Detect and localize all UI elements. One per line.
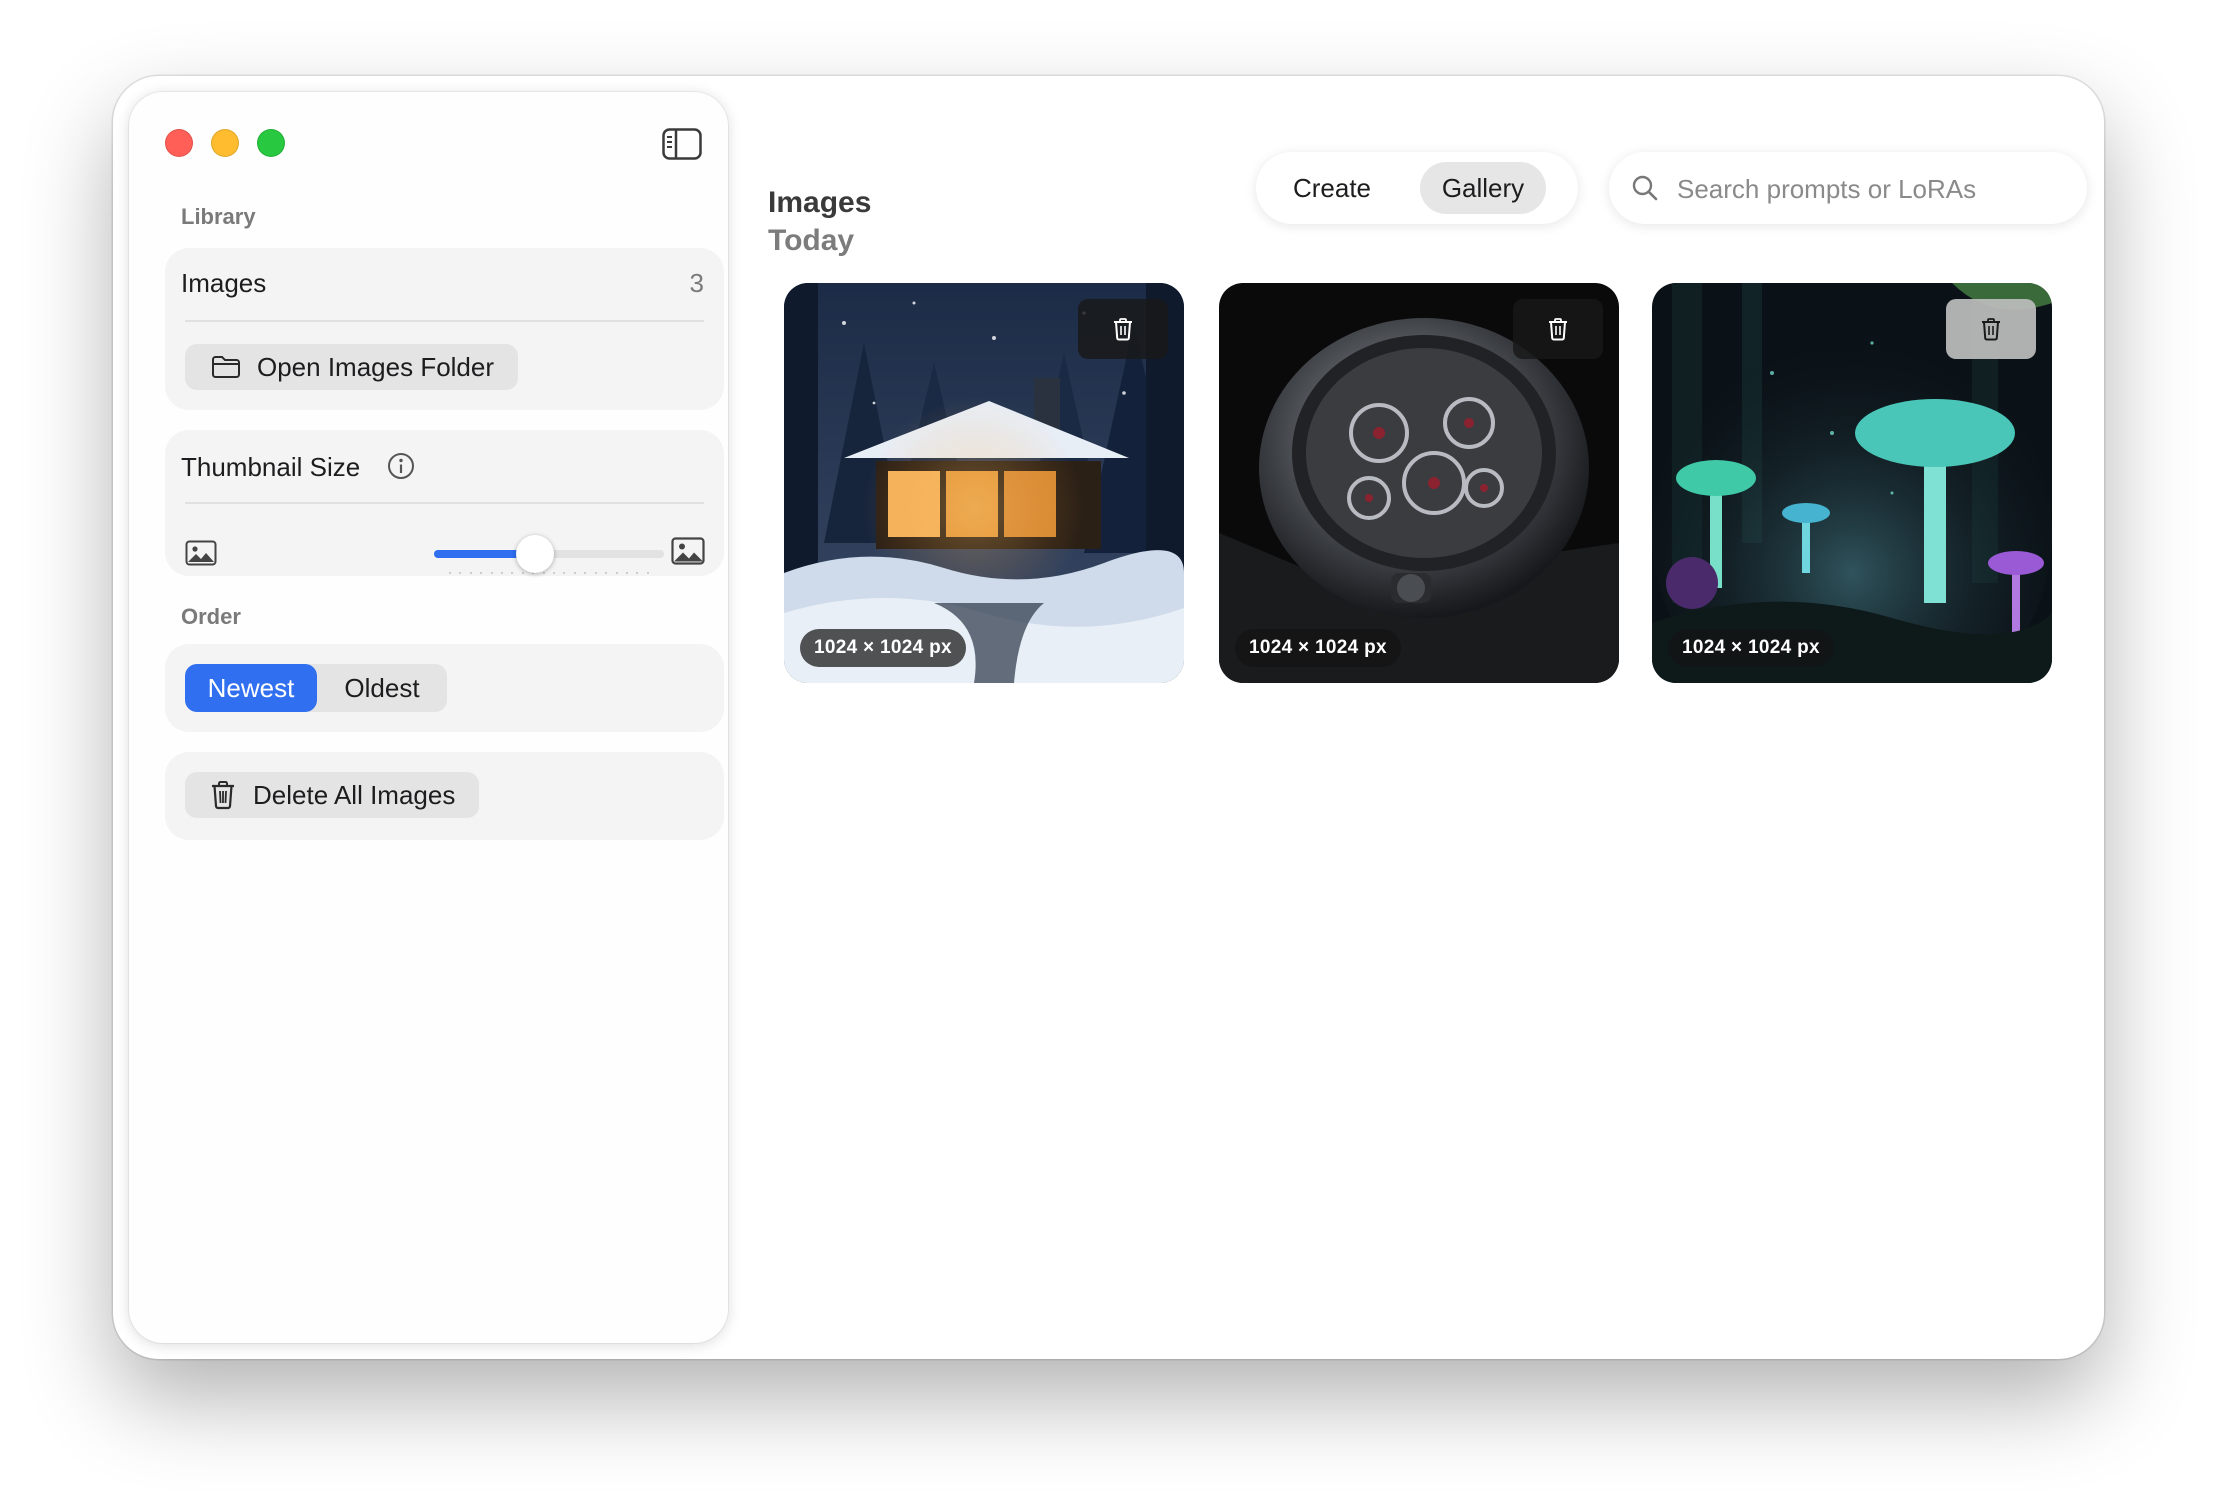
trash-icon: [1980, 317, 2002, 341]
app-window: Library Images 3 Open Images Folder Thum…: [113, 76, 2104, 1359]
trash-icon: [1112, 317, 1134, 341]
order-card: Newest Oldest: [165, 644, 724, 732]
order-oldest-option[interactable]: Oldest: [317, 664, 447, 712]
photo-small-icon: [185, 540, 217, 571]
delete-image-button[interactable]: [1078, 299, 1168, 359]
image-size-badge: 1024 × 1024 px: [1668, 629, 1834, 667]
delete-all-card: Delete All Images: [165, 752, 724, 840]
info-icon[interactable]: [387, 452, 415, 485]
sidebar: Library Images 3 Open Images Folder Thum…: [129, 92, 728, 1343]
library-section-label: Library: [181, 204, 256, 229]
tab-create[interactable]: Create: [1270, 162, 1394, 214]
open-images-folder-label: Open Images Folder: [257, 351, 495, 382]
thumbnail-size-slider-knob[interactable]: [516, 535, 555, 573]
image-size-badge: 1024 × 1024 px: [1235, 629, 1401, 667]
delete-all-images-button[interactable]: Delete All Images: [185, 772, 480, 818]
zoom-window-button[interactable]: [257, 129, 285, 157]
gallery-image-cabin[interactable]: 1024 × 1024 px: [784, 283, 1184, 683]
order-newest-option[interactable]: Newest: [185, 664, 317, 712]
slider-ticks: [449, 572, 649, 576]
thumbnail-size-card: Thumbnail Size: [165, 430, 724, 576]
search-field: [1609, 152, 2087, 224]
divider: [185, 502, 704, 504]
tab-gallery[interactable]: Gallery: [1420, 162, 1546, 214]
gallery-image-watch[interactable]: 1024 × 1024 px: [1219, 283, 1619, 683]
close-window-button[interactable]: [165, 129, 193, 157]
search-icon: [1631, 174, 1659, 207]
library-card: Images 3 Open Images Folder: [165, 248, 724, 410]
thumbnail-size-label: Thumbnail Size: [181, 452, 361, 482]
open-images-folder-button[interactable]: Open Images Folder: [185, 344, 519, 390]
images-count: 3: [689, 268, 704, 298]
image-size-badge: 1024 × 1024 px: [800, 629, 966, 667]
date-group-title: Today: [768, 224, 855, 257]
sidebar-left-icon[interactable]: [662, 128, 702, 160]
minimize-window-button[interactable]: [211, 129, 239, 157]
order-section-label: Order: [181, 604, 241, 629]
delete-all-images-label: Delete All Images: [253, 779, 456, 810]
photo-large-icon: [671, 537, 705, 570]
order-segmented-control: Newest Oldest: [185, 664, 447, 712]
delete-image-button[interactable]: [1946, 299, 2036, 359]
delete-image-button[interactable]: [1513, 299, 1603, 359]
images-row-label[interactable]: Images: [181, 268, 266, 299]
mode-tab-bar: Create Gallery: [1256, 152, 1578, 224]
search-input[interactable]: [1675, 166, 2069, 212]
page-title: Images: [768, 186, 872, 219]
gallery-image-mushrooms[interactable]: 1024 × 1024 px: [1652, 283, 2052, 683]
folder-icon: [211, 355, 257, 379]
trash-icon: [209, 780, 253, 810]
trash-icon: [1547, 317, 1569, 341]
divider: [185, 320, 704, 322]
